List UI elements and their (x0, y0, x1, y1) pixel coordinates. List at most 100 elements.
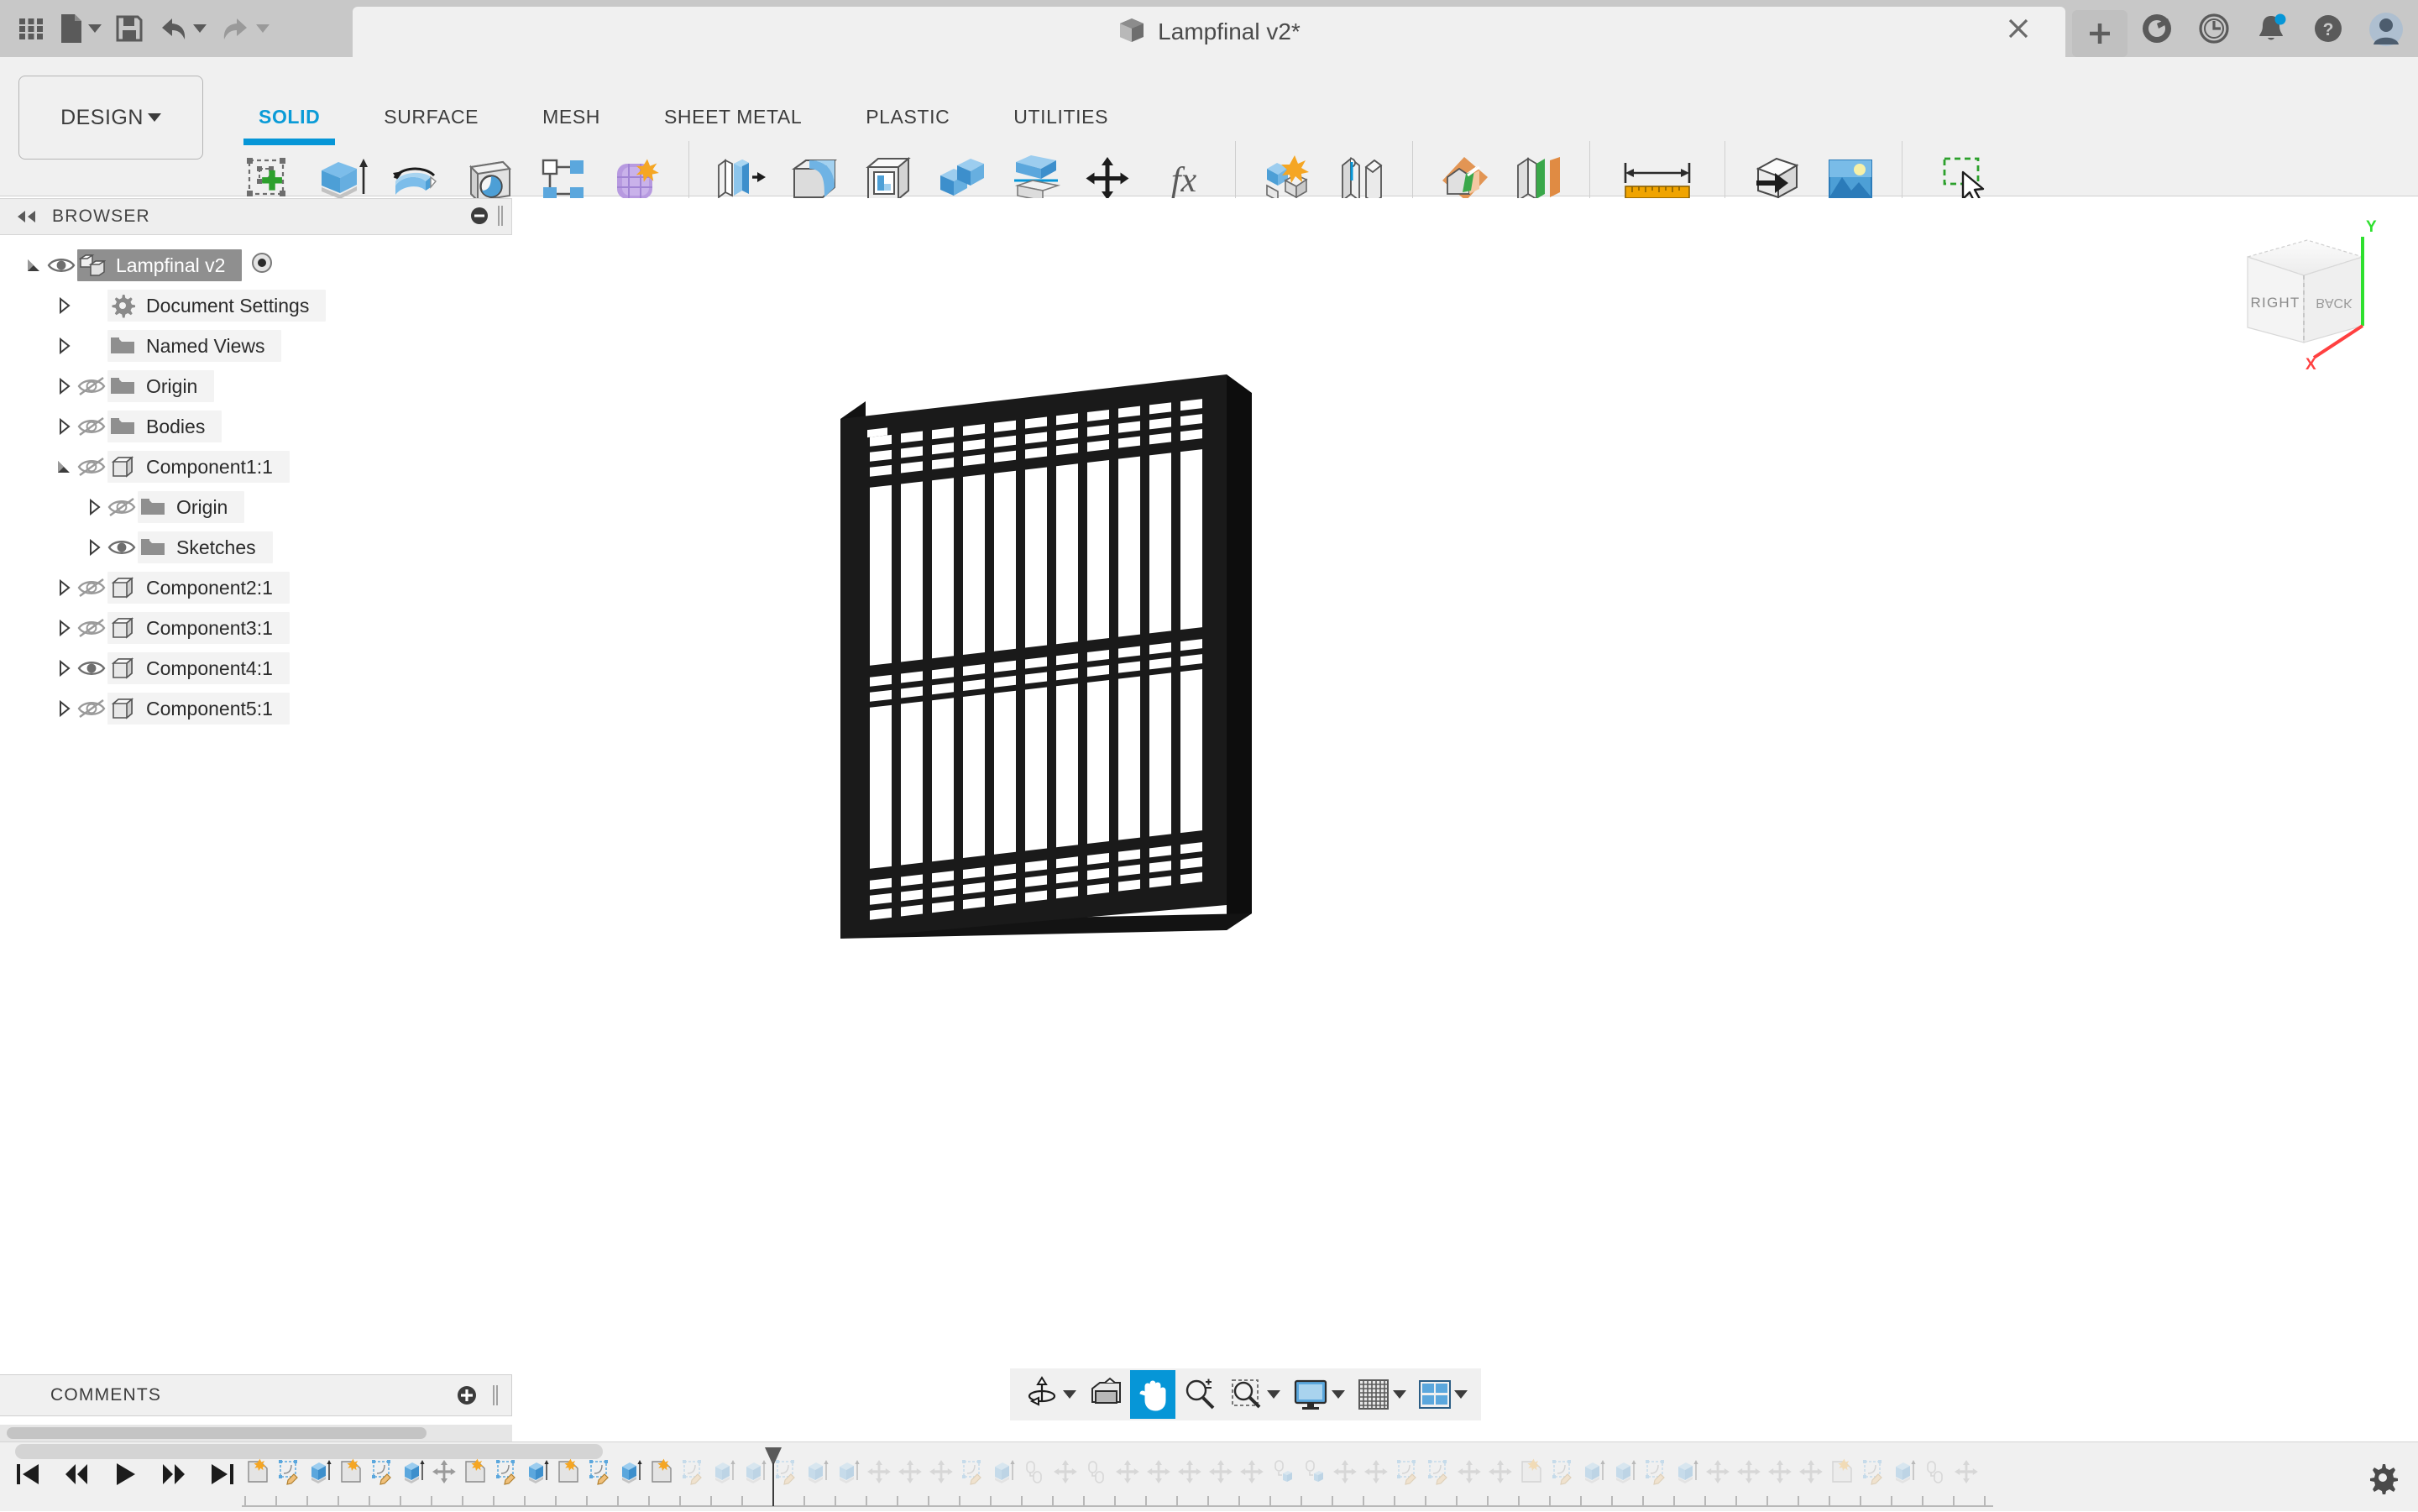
timeline-feature-sketch[interactable] (552, 1449, 584, 1494)
timeline-feature-edit-sketch[interactable] (770, 1449, 801, 1494)
visibility-toggle[interactable] (76, 615, 107, 641)
tab-utilities[interactable]: UTILITIES (981, 106, 1140, 145)
save-icon[interactable] (110, 5, 149, 52)
timeline-feature-move[interactable] (1795, 1449, 1826, 1494)
tree-node-bodies[interactable]: Bodies (0, 406, 512, 447)
timeline-feature-extrude[interactable] (708, 1449, 739, 1494)
timeline-feature-move[interactable] (1453, 1449, 1484, 1494)
timeline-feature-extrude[interactable] (1578, 1449, 1609, 1494)
timeline-feature-move[interactable] (1329, 1449, 1360, 1494)
app-grid-icon[interactable] (12, 5, 50, 52)
close-icon[interactable] (2005, 15, 2032, 42)
tree-expand-toggle[interactable] (54, 335, 76, 357)
visibility-toggle[interactable] (76, 454, 107, 479)
timeline-feature-edit-sketch[interactable] (1391, 1449, 1422, 1494)
timeline-feature-move[interactable] (1733, 1449, 1764, 1494)
timeline-feature-edit-sketch[interactable] (1857, 1449, 1888, 1494)
timeline-feature-edit-sketch[interactable] (1640, 1449, 1671, 1494)
tree-node-component4-1[interactable]: Component4:1 (0, 648, 512, 688)
timeline-feature-move[interactable] (1702, 1449, 1733, 1494)
tree-node-lampfinal-v2[interactable]: Lampfinal v2 (0, 245, 512, 285)
tree-expand-toggle[interactable] (24, 254, 45, 276)
timeline-feature-move[interactable] (1764, 1449, 1795, 1494)
browser-horizontal-scrollbar[interactable] (0, 1425, 512, 1441)
timeline-feature-extrude[interactable] (304, 1449, 335, 1494)
active-component-radio[interactable] (250, 251, 274, 280)
visibility-toggle[interactable] (76, 374, 107, 399)
timeline-feature-move[interactable] (1360, 1449, 1391, 1494)
look-at-icon[interactable] (1083, 1370, 1128, 1419)
tree-expand-toggle[interactable] (54, 375, 76, 397)
zoom-window-icon[interactable] (1224, 1370, 1285, 1419)
visibility-toggle[interactable] (76, 696, 107, 721)
grid-snap-icon[interactable] (1352, 1370, 1411, 1419)
timeline-feature-move[interactable] (428, 1449, 459, 1494)
grid-caret-icon[interactable] (1393, 1390, 1406, 1399)
timeline-feature-edit-sketch[interactable] (1422, 1449, 1453, 1494)
tree-node-component5-1[interactable]: Component5:1 (0, 688, 512, 729)
timeline-feature-sketch[interactable] (1826, 1449, 1857, 1494)
redo-caret-icon[interactable] (256, 24, 270, 33)
fit-caret-icon[interactable] (1267, 1390, 1280, 1399)
timeline-feature-extrude[interactable] (521, 1449, 552, 1494)
timeline-feature-as-built-joint[interactable] (1298, 1449, 1329, 1494)
undo-icon[interactable] (152, 5, 212, 52)
workspace-caret-icon[interactable] (147, 113, 161, 122)
display-settings-icon[interactable] (1287, 1370, 1350, 1419)
timeline-feature-extrude[interactable] (1609, 1449, 1640, 1494)
timeline-feature-sketch[interactable] (646, 1449, 677, 1494)
viewports-icon[interactable] (1413, 1370, 1473, 1419)
tree-node-origin[interactable]: Origin (0, 366, 512, 406)
visibility-toggle[interactable] (76, 414, 107, 439)
timeline-feature-extrude[interactable] (832, 1449, 863, 1494)
timeline-feature-extrude[interactable] (615, 1449, 646, 1494)
minimize-icon[interactable] (469, 206, 489, 230)
panel-resize-handle[interactable] (496, 204, 505, 232)
tree-expand-toggle[interactable] (54, 698, 76, 719)
tree-expand-toggle[interactable] (54, 456, 76, 478)
collapse-left-icon[interactable] (15, 209, 37, 224)
timeline-feature-edit-sketch[interactable] (273, 1449, 304, 1494)
step-back-icon[interactable] (59, 1454, 94, 1494)
tree-expand-toggle[interactable] (54, 657, 76, 679)
new-tab-button[interactable] (2072, 10, 2128, 57)
timeline-feature-move[interactable] (1484, 1449, 1515, 1494)
timeline-feature-move[interactable] (1174, 1449, 1205, 1494)
zoom-icon[interactable] (1177, 1370, 1222, 1419)
account-avatar[interactable] (2368, 11, 2403, 46)
tree-expand-toggle[interactable] (54, 577, 76, 599)
extensions-icon[interactable] (2139, 11, 2175, 46)
help-icon[interactable]: ? (2311, 11, 2346, 46)
tab-plastic[interactable]: PLASTIC (834, 106, 981, 145)
redo-icon[interactable] (215, 5, 275, 52)
timeline-settings-icon[interactable] (2366, 1461, 2400, 1495)
tree-expand-toggle[interactable] (54, 295, 76, 317)
visibility-toggle[interactable] (76, 656, 107, 681)
orbit-icon[interactable] (1018, 1370, 1081, 1419)
undo-caret-icon[interactable] (193, 24, 207, 33)
tab-sheet-metal[interactable]: SHEET METAL (632, 106, 834, 145)
pan-icon[interactable] (1130, 1370, 1175, 1419)
timeline-feature-edit-sketch[interactable] (1547, 1449, 1578, 1494)
timeline-feature-as-built-joint[interactable] (1267, 1449, 1298, 1494)
timeline-track[interactable] (242, 1447, 2317, 1509)
timeline-feature-sketch[interactable] (1515, 1449, 1547, 1494)
step-forward-icon[interactable] (156, 1454, 191, 1494)
timeline-feature-move[interactable] (894, 1449, 925, 1494)
timeline-feature-edit-sketch[interactable] (584, 1449, 615, 1494)
timeline-feature-move[interactable] (1236, 1449, 1267, 1494)
add-comment-icon[interactable] (456, 1384, 478, 1410)
timeline-feature-move[interactable] (1205, 1449, 1236, 1494)
go-to-end-icon[interactable] (205, 1454, 240, 1494)
model-body[interactable] (513, 198, 2418, 1373)
timeline-feature-move[interactable] (925, 1449, 956, 1494)
tree-node-named-views[interactable]: Named Views (0, 326, 512, 366)
canvas-3d-viewport[interactable]: RIGHT BACK Y X (513, 198, 2418, 1373)
timeline-feature-joint[interactable] (1919, 1449, 1950, 1494)
timeline-feature-edit-sketch[interactable] (956, 1449, 987, 1494)
job-status-icon[interactable] (2196, 11, 2232, 46)
timeline-feature-edit-sketch[interactable] (677, 1449, 708, 1494)
visibility-toggle[interactable] (106, 535, 138, 560)
go-to-beginning-icon[interactable] (10, 1454, 45, 1494)
timeline-feature-edit-sketch[interactable] (490, 1449, 521, 1494)
